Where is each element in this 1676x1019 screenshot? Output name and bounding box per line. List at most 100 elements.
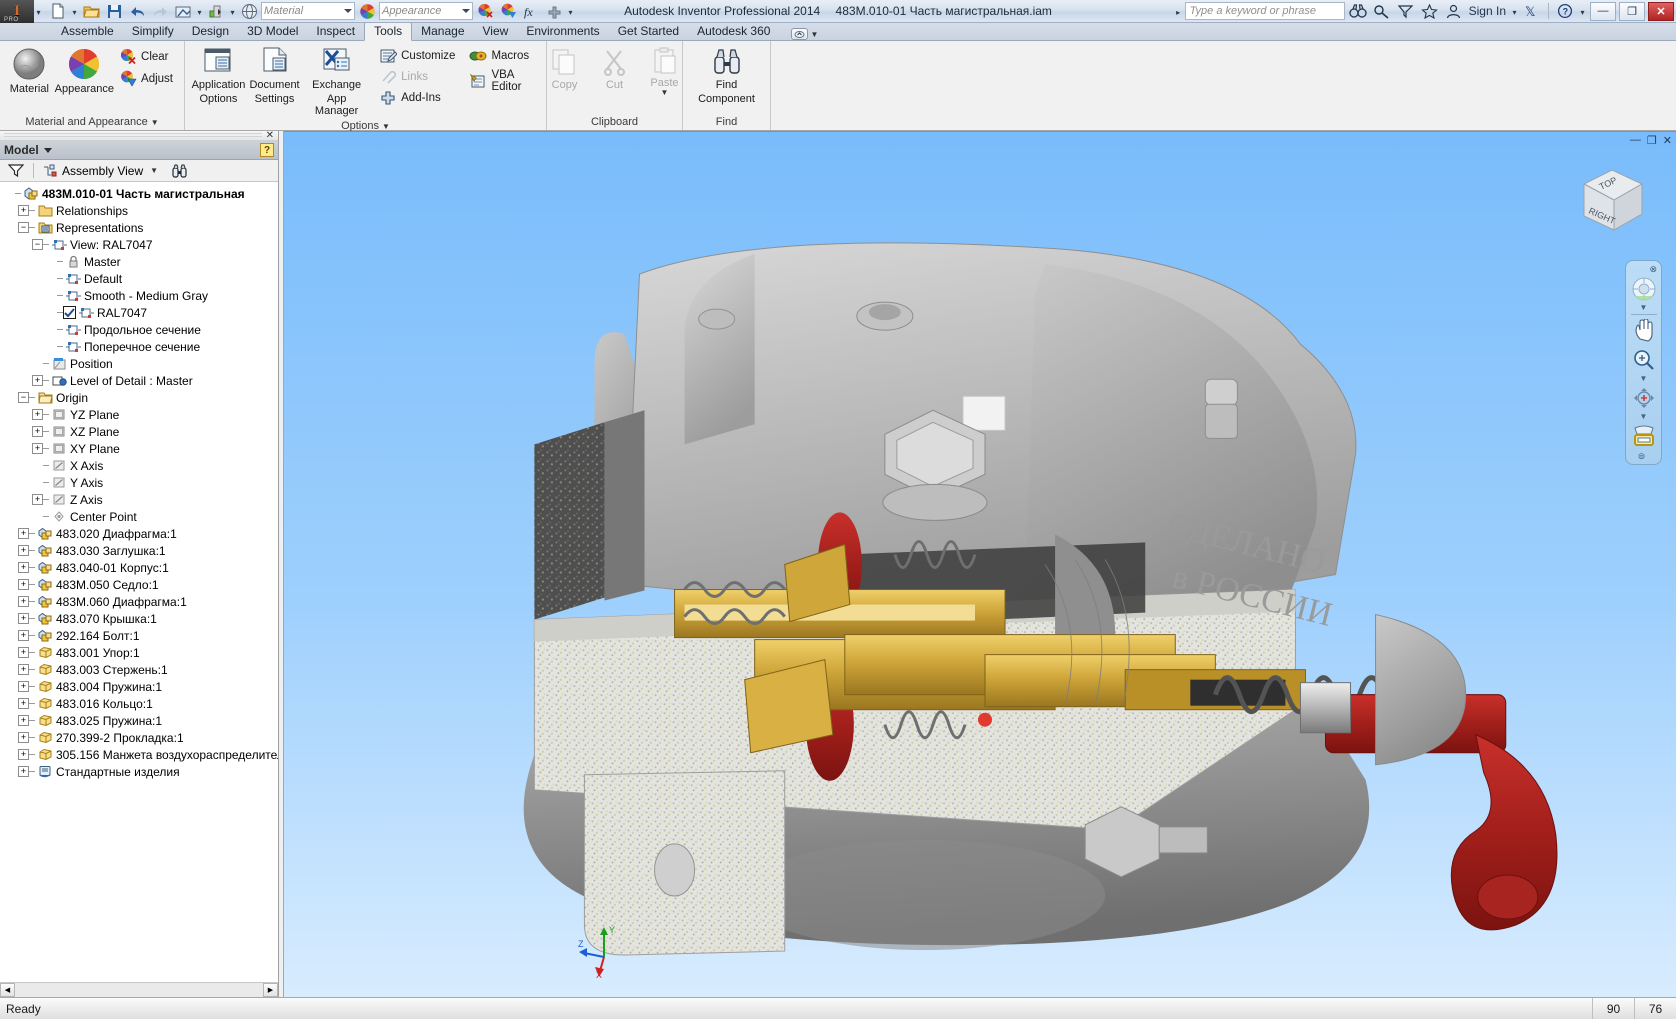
redo-icon[interactable] [149,1,171,21]
paste-caret-icon[interactable]: ▼ [661,89,669,97]
customize-button[interactable]: Customize [376,46,460,66]
ribbon-minimize-icon[interactable] [791,28,809,40]
undo-icon[interactable] [126,1,148,21]
tree-node[interactable]: +483.016 Кольцо:1 [2,695,278,712]
tree-expand-icon[interactable]: + [18,664,29,675]
tree-node[interactable]: +483.070 Крышка:1 [2,610,278,627]
appearance-button[interactable]: Appearance [55,44,114,98]
find-component-button[interactable]: Find Component [689,44,764,108]
tree-expand-icon[interactable]: + [18,205,29,216]
tree-expand-icon[interactable]: + [18,613,29,624]
feedback-icon[interactable] [1395,1,1417,21]
tree-expand-icon[interactable]: + [32,443,43,454]
tree-node[interactable]: Поперечное сечение [2,338,278,355]
tree-node[interactable]: − Representations [2,219,278,236]
select-filter-caret-icon[interactable]: ▾ [228,1,237,21]
tree-node[interactable]: +305.156 Манжета воздухораспределителя:1 [2,746,278,763]
tree-node[interactable]: + XY Plane [2,440,278,457]
tree-node[interactable]: X Axis [2,457,278,474]
scroll-right-icon[interactable]: ▶ [263,983,278,997]
select-filter-icon[interactable] [205,1,227,21]
tree-node[interactable]: Master [2,253,278,270]
ribbon-tab-design[interactable]: Design [183,23,238,40]
minimize-button[interactable]: — [1590,1,1616,21]
sign-in-button[interactable]: Sign In [1467,4,1508,18]
steering-wheel-icon[interactable] [1630,276,1658,302]
exchange-app-manager-button[interactable]: Exchange App Manager [303,44,370,120]
graphics-viewport[interactable]: — ❐ ✕ СДЕЛАНО в РОССИИ TOP RIGHT ⊗ ▼ ▼ ▼… [284,131,1676,997]
tree-collapse-icon[interactable]: − [18,392,29,403]
update-caret-icon[interactable]: ▾ [195,1,204,21]
adjust-appearance-qat-icon[interactable] [497,1,519,21]
material-button[interactable]: Material [6,44,53,98]
tree-node[interactable]: Position [2,355,278,372]
tree-node[interactable]: Продольное сечение [2,321,278,338]
copy-button[interactable]: Copy [542,44,588,94]
links-button[interactable]: Links [376,67,460,87]
help-caret-icon[interactable]: ▾ [1578,1,1587,21]
assembly-view-caret-icon[interactable]: ▼ [150,167,158,175]
pan-hand-icon[interactable] [1630,318,1658,344]
tree-node[interactable]: Y Axis [2,474,278,491]
tree-node[interactable]: Smooth - Medium Gray [2,287,278,304]
close-button[interactable]: ✕ [1648,1,1674,21]
tree-expand-icon[interactable]: + [18,545,29,556]
view-cube[interactable]: TOP RIGHT [1568,158,1654,244]
macros-button[interactable]: Macros [466,46,540,66]
cut-button[interactable]: Cut [592,44,638,94]
tree-expand-icon[interactable]: + [18,562,29,573]
tree-node[interactable]: +483.004 Пружина:1 [2,678,278,695]
browser-find-button[interactable] [167,162,192,180]
tree-node[interactable]: Default [2,270,278,287]
exchange-x-icon[interactable]: 𝕏 [1521,1,1543,21]
tree-node[interactable]: +483.030 Заглушка:1 [2,542,278,559]
qat-overflow-caret-icon[interactable]: ▾ [566,1,575,21]
tree-expand-icon[interactable]: + [18,647,29,658]
tree-node[interactable]: +292.164 Болт:1 [2,627,278,644]
application-menu-button[interactable]: I PRO [0,0,34,23]
help-search-icon[interactable] [1371,1,1393,21]
favorites-star-icon[interactable] [1419,1,1441,21]
viewport-close-button[interactable]: ✕ [1663,134,1672,147]
tree-node-checkbox[interactable] [63,306,76,319]
tree-expand-icon[interactable]: + [18,698,29,709]
tree-expand-icon[interactable]: + [18,766,29,777]
open-folder-icon[interactable] [80,1,102,21]
tree-collapse-icon[interactable]: − [32,239,43,250]
ribbon-tab-view[interactable]: View [474,23,518,40]
tree-node[interactable]: + YZ Plane [2,406,278,423]
look-at-screen-icon[interactable] [1630,423,1658,449]
tree-expand-icon[interactable]: + [18,528,29,539]
assembly-model-graphic[interactable]: СДЕЛАНО в РОССИИ [284,132,1676,997]
assembly-view-dropdown[interactable]: Assembly View ▼ [39,162,162,180]
update-icon[interactable] [172,1,194,21]
add-qat-icon[interactable] [543,1,565,21]
new-file-icon[interactable] [47,1,69,21]
tree-node[interactable]: +483.003 Стержень:1 [2,661,278,678]
ribbon-tab-3d-model[interactable]: 3D Model [238,23,307,40]
document-settings-button[interactable]: Document Settings [248,44,301,108]
appearance-globe-icon[interactable] [238,1,260,21]
navbar-close-icon[interactable]: ⊗ [1649,265,1657,274]
color-wheel-icon[interactable] [356,1,378,21]
application-options-button[interactable]: Application Options [191,44,246,108]
tree-expand-icon[interactable]: + [18,579,29,590]
ribbon-tab-get-started[interactable]: Get Started [609,23,688,40]
zoom-magnifier-icon[interactable] [1630,347,1658,373]
tree-collapse-icon[interactable]: − [18,222,29,233]
tree-node[interactable]: RAL7047 [2,304,278,321]
tree-node[interactable]: − View: RAL7047 [2,236,278,253]
fx-parameters-icon[interactable]: fx [520,1,542,21]
material-dropdown-caret-icon[interactable] [344,9,352,13]
tree-expand-icon[interactable]: + [32,426,43,437]
tree-expand-icon[interactable]: + [18,681,29,692]
title-overflow-caret-icon[interactable]: ▸ [1174,1,1183,21]
browser-drag-grip[interactable]: ✕ [0,130,278,141]
tree-node[interactable]: +483.020 Диафрагма:1 [2,525,278,542]
application-menu-caret-icon[interactable]: ▾ [34,1,43,21]
ribbon-tab-manage[interactable]: Manage [412,23,473,40]
viewport-restore-button[interactable]: ❐ [1647,134,1657,147]
orbit-caret-icon[interactable]: ▼ [1640,413,1648,421]
ribbon-tab-assemble[interactable]: Assemble [52,23,123,40]
clear-appearance-qat-icon[interactable] [474,1,496,21]
